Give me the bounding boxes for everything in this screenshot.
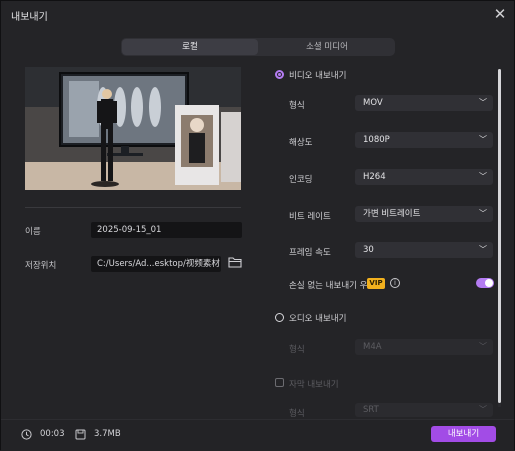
- info-icon[interactable]: i: [390, 278, 400, 288]
- chevron-down-icon: ﹀: [479, 135, 487, 144]
- bitrate-select[interactable]: 가변 비트레이트 ﹀: [355, 206, 493, 222]
- save-size-icon: [75, 429, 86, 440]
- resolution-value: 1080P: [363, 135, 390, 145]
- encoder-select[interactable]: H264 ﹀: [355, 169, 493, 185]
- divider: [25, 207, 241, 208]
- export-button[interactable]: 내보내기: [431, 426, 496, 442]
- name-label: 이름: [25, 227, 41, 237]
- video-preview: [25, 67, 241, 190]
- vip-badge: VIP: [367, 278, 385, 289]
- subtitle-export-label: 자막 내보내기: [289, 380, 339, 390]
- lossless-toggle[interactable]: [476, 278, 494, 288]
- video-format-label: 형식: [289, 101, 305, 111]
- bitrate-value: 가변 비트레이트: [363, 209, 421, 219]
- export-dialog: 내보내기 ✕ 로컬 소셜 미디어 이름 2025-09-15_01 저장위치 C…: [0, 0, 515, 451]
- subtitle-format-value: SRT: [363, 405, 379, 415]
- video-export-label: 비디오 내보내기: [289, 71, 347, 81]
- title-bar: 내보내기: [1, 1, 514, 29]
- file-size-text: 3.7MB: [94, 429, 121, 439]
- folder-icon[interactable]: [228, 256, 242, 268]
- encoder-value: H264: [363, 172, 386, 182]
- framerate-select[interactable]: 30 ﹀: [355, 242, 493, 258]
- filename-input[interactable]: 2025-09-15_01: [91, 222, 242, 238]
- audio-format-select: M4A ﹀: [355, 339, 493, 355]
- encoder-label: 인코딩: [289, 175, 313, 185]
- scrollbar-thumb[interactable]: [498, 69, 501, 403]
- framerate-value: 30: [363, 245, 374, 255]
- video-export-radio[interactable]: [275, 70, 284, 79]
- chevron-down-icon: ﹀: [479, 342, 487, 351]
- subtitle-checkbox[interactable]: [275, 378, 284, 387]
- duration-text: 00:03: [40, 429, 65, 439]
- bitrate-label: 비트 레이트: [289, 212, 331, 222]
- chevron-down-icon: ﹀: [479, 245, 487, 254]
- framerate-label: 프레임 속도: [289, 248, 331, 258]
- preview-image: [25, 67, 241, 190]
- resolution-select[interactable]: 1080P ﹀: [355, 132, 493, 148]
- tab-local[interactable]: 로컬: [122, 39, 258, 55]
- save-location-label: 저장위치: [25, 261, 57, 271]
- dialog-title: 내보내기: [11, 11, 48, 23]
- video-format-value: MOV: [363, 98, 383, 108]
- audio-export-label: 오디오 내보내기: [289, 314, 347, 324]
- subtitle-format-select: SRT ﹀: [355, 403, 493, 417]
- tab-social-media[interactable]: 소셜 미디어: [259, 38, 395, 56]
- close-icon[interactable]: ✕: [492, 6, 508, 22]
- video-format-select[interactable]: MOV ﹀: [355, 95, 493, 111]
- save-location-input[interactable]: C:/Users/Ad...esktop/视频素材: [91, 256, 221, 272]
- clock-icon: [21, 429, 32, 440]
- audio-format-label: 형식: [289, 345, 305, 355]
- lossless-label: 손실 없는 내보내기 우선: [289, 281, 376, 291]
- audio-export-radio[interactable]: [275, 313, 284, 322]
- audio-format-value: M4A: [363, 342, 382, 352]
- chevron-down-icon: ﹀: [479, 172, 487, 181]
- export-tabs: 로컬 소셜 미디어: [121, 38, 395, 56]
- subtitle-format-label: 형식: [289, 409, 305, 419]
- chevron-down-icon: ﹀: [479, 98, 487, 107]
- chevron-down-icon: ﹀: [479, 209, 487, 218]
- resolution-label: 해상도: [289, 138, 313, 148]
- chevron-down-icon: ﹀: [479, 405, 487, 414]
